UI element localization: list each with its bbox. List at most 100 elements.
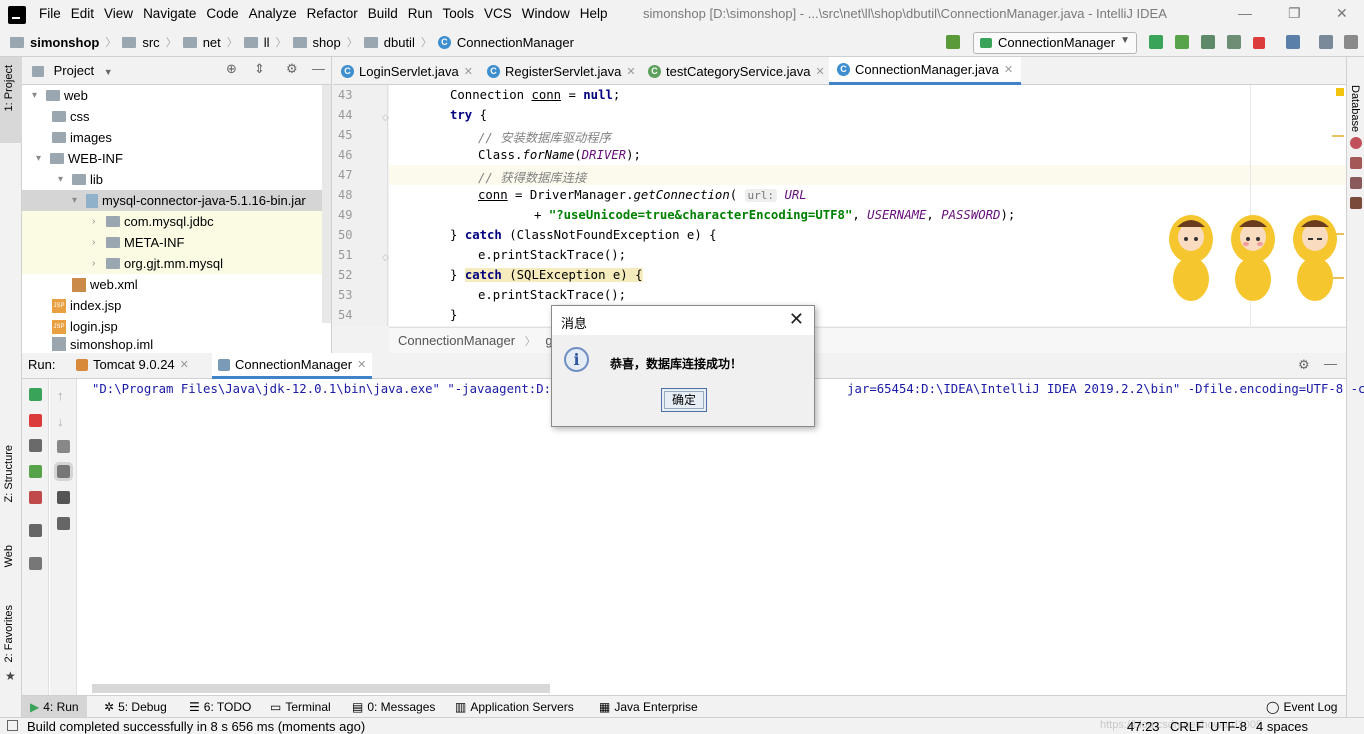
chevron-down-icon[interactable]: ▾ [72,195,86,206]
hide-panel-icon[interactable]: — [1324,356,1337,371]
menu-edit[interactable]: Edit [71,6,94,21]
tree-item-css[interactable]: css [52,106,90,127]
arrow-up-icon[interactable]: ↑ [57,388,64,403]
code-editor[interactable]: Connection conn = null; try { // 安装数据库驱动… [389,85,1346,326]
tree-item-meta-inf[interactable]: › META-INF [92,232,184,253]
search-icon[interactable] [1344,35,1358,49]
tab-connection-manager[interactable]: C ConnectionManager.java ✕ [829,57,1022,85]
fold-marker-icon[interactable]: ◇ [382,252,389,263]
menu-help[interactable]: Help [580,6,608,21]
restore-icon[interactable]: ❐ [1288,5,1301,22]
soft-wrap-icon[interactable] [57,440,70,453]
tool-tab-application-servers[interactable]: ▥ Application Servers [455,700,574,714]
tree-item-mysql-jar[interactable]: ▾ mysql-connector-java-5.1.16-bin.jar [72,190,306,211]
chevron-down-icon[interactable]: ▾ [36,153,50,164]
tree-item-org-gjt[interactable]: › org.gjt.mm.mysql [92,253,223,274]
locate-icon[interactable]: ⊕ [226,61,237,77]
web-tool-tab[interactable]: Web [3,545,15,567]
crumb-project[interactable]: simonshop [30,35,99,50]
crumb-src[interactable]: src [142,35,159,50]
fold-marker-icon[interactable]: ◇ [382,112,389,123]
project-structure-icon[interactable] [1286,35,1300,49]
menu-refactor[interactable]: Refactor [307,6,358,21]
tool-tab-terminal[interactable]: ▭ Terminal [270,700,331,714]
ok-button[interactable]: 确定 [661,388,707,412]
tree-item-iml[interactable]: simonshop.iml [52,337,153,353]
close-icon[interactable]: ✕ [816,65,825,78]
menu-run[interactable]: Run [408,6,433,21]
print-icon[interactable] [57,491,70,504]
gear-icon[interactable]: ⚙ [1298,357,1310,373]
rerun-icon[interactable] [1149,35,1163,49]
tree-item-web-xml[interactable]: web.xml [72,274,138,295]
menu-code[interactable]: Code [206,6,238,21]
tree-item-images[interactable]: images [52,127,112,148]
presentation-icon[interactable] [1319,35,1333,49]
tool-tab-messages[interactable]: ▤ 0: Messages [352,700,435,714]
camera-icon[interactable] [29,439,42,452]
chevron-down-icon[interactable]: ▾ [32,90,46,101]
scroll-to-end-icon[interactable] [54,462,73,481]
tab-test-category-service[interactable]: CtestCategoryService.java ✕ [640,57,833,85]
close-icon[interactable]: ✕ [464,65,473,78]
tab-login-servlet[interactable]: C LoginServlet.java ✕ [333,57,481,85]
tool-tab-debug[interactable]: ✲ 5: Debug [104,700,167,714]
ant-icon[interactable] [1350,157,1362,169]
crumb-ll[interactable]: ll [264,35,270,50]
build-hammer-icon[interactable] [946,35,960,49]
hide-panel-icon[interactable]: — [312,61,325,76]
profile-icon[interactable] [1227,35,1241,49]
file-encoding[interactable]: UTF-8 [1210,719,1247,734]
menu-navigate[interactable]: Navigate [143,6,196,21]
menu-file[interactable]: File [39,6,61,21]
menu-analyze[interactable]: Analyze [249,6,297,21]
chevron-down-icon[interactable]: ▼ [104,67,113,77]
favorites-tool-tab[interactable]: 2: Favorites [3,605,15,662]
tool-tab-event-log[interactable]: ◯ Event Log [1266,700,1337,714]
gear-icon[interactable]: ⚙ [286,61,298,77]
crumb-shop[interactable]: shop [313,35,341,50]
tab-register-servlet[interactable]: C RegisterServlet.java ✕ [479,57,644,85]
project-tool-tab[interactable]: 1: Project [3,65,15,111]
line-separator[interactable]: CRLF [1170,719,1204,734]
arrow-down-icon[interactable]: ↓ [57,414,64,429]
stop-icon[interactable] [1253,37,1265,49]
project-panel-title[interactable]: Project [54,63,94,78]
exit-icon[interactable] [29,491,42,504]
menu-vcs[interactable]: VCS [484,6,512,21]
close-icon[interactable]: ✕ [789,309,804,330]
crumb-dbutil[interactable]: dbutil [384,35,415,50]
stop-icon[interactable] [29,414,42,427]
close-icon[interactable]: ✕ [180,358,189,371]
chevron-right-icon[interactable]: › [92,216,106,227]
tree-item-com-mysql-jdbc[interactable]: › com.mysql.jdbc [92,211,214,232]
tree-item-login-jsp[interactable]: JSP login.jsp [52,316,118,337]
panel-toggle-icon[interactable] [7,720,18,731]
trash-icon[interactable] [57,517,70,530]
tool-tab-run[interactable]: ▶ 4: Run [22,696,87,717]
tab-tomcat[interactable]: Tomcat 9.0.24 ✕ [76,357,189,372]
pin-icon[interactable] [29,557,42,570]
chevron-down-icon[interactable]: ▾ [58,174,72,185]
tree-item-web[interactable]: ▾ web [32,85,88,106]
collapse-all-icon[interactable]: ⇕ [254,61,265,77]
tool-tab-java-enterprise[interactable]: ▦ Java Enterprise [599,700,698,714]
breadcrumb-class[interactable]: ConnectionManager [398,333,515,348]
close-window-icon[interactable]: ✕ [1336,5,1348,22]
menu-window[interactable]: Window [522,6,570,21]
run-configuration-select[interactable]: ConnectionManager ▼ [973,32,1137,54]
crumb-net[interactable]: net [203,35,221,50]
indent-setting[interactable]: 4 spaces [1256,719,1308,734]
chevron-right-icon[interactable]: › [92,258,106,269]
caret-position[interactable]: 47:23 [1127,719,1160,734]
menu-tools[interactable]: Tools [443,6,475,21]
warning-marker-icon[interactable] [1336,88,1344,96]
structure-tool-tab[interactable]: Z: Structure [3,445,15,502]
database-tool-tab[interactable]: Database [1349,85,1361,132]
console-scrollbar[interactable] [92,684,550,693]
maven-icon[interactable] [1350,137,1362,149]
rerun-icon[interactable] [29,388,42,401]
close-icon[interactable]: ✕ [357,358,366,371]
chevron-right-icon[interactable]: › [92,237,106,248]
status-message[interactable]: Build completed successfully in 8 s 656 … [27,719,365,734]
